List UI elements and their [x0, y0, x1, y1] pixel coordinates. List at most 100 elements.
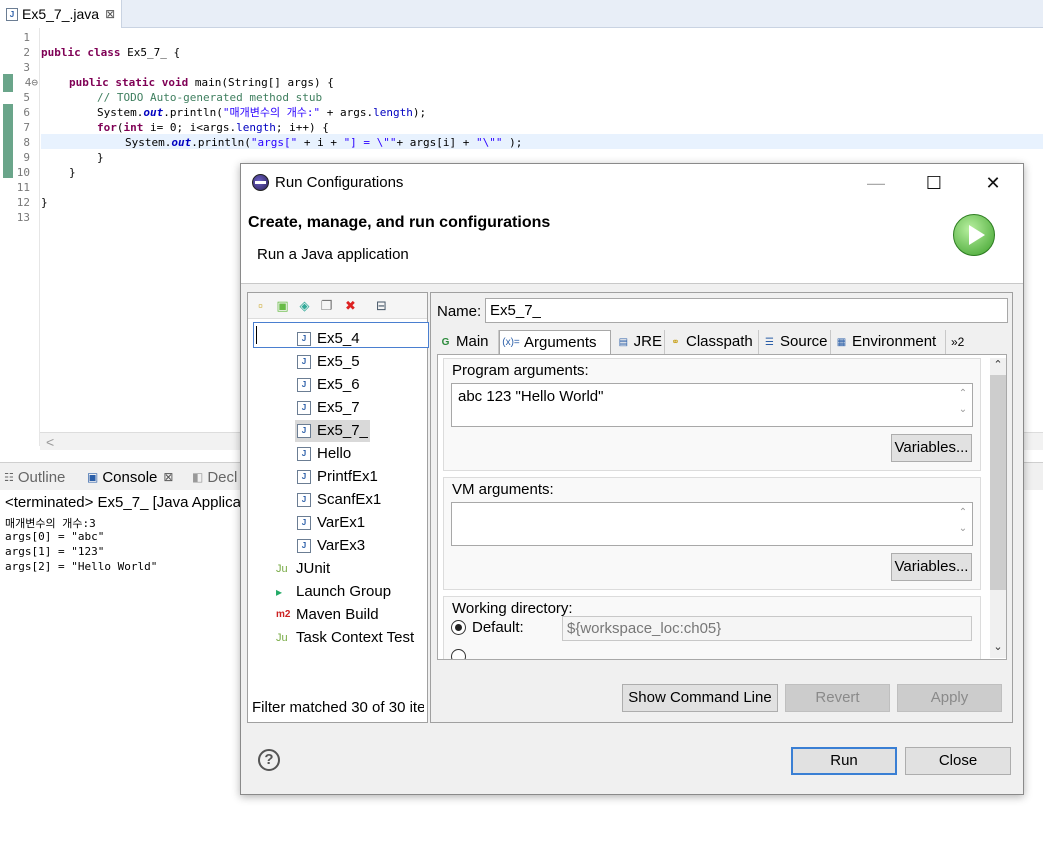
tab-main[interactable]: G Main: [437, 330, 499, 354]
run-button[interactable]: Run: [791, 747, 897, 775]
scroll-up-icon[interactable]: ⌃: [990, 358, 1006, 374]
minimize-button[interactable]: —: [853, 170, 899, 196]
line-number: 5: [23, 91, 30, 104]
java-app-icon: J: [297, 424, 311, 438]
tree-item[interactable]: J VarEx3: [297, 535, 365, 557]
configuration-tree-panel: ▫ ▣ ◈ ❐ ✖ ⊟ J Ex5_4 J Ex5_5 J Ex5_6 J Ex5_7 …: [247, 292, 429, 723]
java-app-icon: J: [297, 332, 311, 346]
tree-item[interactable]: J Hello: [297, 443, 351, 465]
tab-jre[interactable]: ▤ JRE: [615, 330, 665, 354]
line-number: 7: [23, 121, 30, 134]
vm-arguments-label: VM arguments:: [452, 481, 554, 498]
close-icon[interactable]: ⊠: [105, 7, 115, 21]
filter-status: Filter matched 30 of 30 items: [252, 699, 424, 716]
maven-icon: m2: [276, 609, 291, 620]
show-command-line-button[interactable]: Show Command Line: [622, 684, 778, 712]
close-button[interactable]: Close: [905, 747, 1011, 775]
code-line: }: [69, 166, 76, 179]
line-number: 3: [23, 61, 30, 74]
java-app-icon: J: [297, 516, 311, 530]
line-number: 10: [16, 166, 30, 179]
more-tabs-button[interactable]: »2: [949, 330, 975, 354]
export-icon[interactable]: ◈: [297, 298, 312, 313]
name-input[interactable]: Ex5_7_: [485, 298, 1008, 323]
code-line: System.out.println("매개변수의 개수:" + args.le…: [97, 106, 427, 119]
vm-variables-button[interactable]: Variables...: [891, 553, 972, 581]
maximize-button[interactable]: ☐: [911, 170, 957, 196]
tab-declaration[interactable]: ◧ Decl: [192, 463, 237, 491]
dialog-subheading: Run a Java application: [257, 246, 409, 263]
text-caret: [256, 326, 257, 344]
default-radio[interactable]: [451, 620, 466, 635]
scrollbar-thumb[interactable]: [990, 375, 1006, 590]
delete-icon[interactable]: ✖: [343, 298, 358, 313]
new-prototype-icon[interactable]: ▣: [275, 298, 290, 313]
duplicate-icon[interactable]: ❐: [319, 298, 334, 313]
tree-item-selected[interactable]: J Ex5_7_: [295, 420, 370, 442]
collapse-all-icon[interactable]: ⊟: [374, 298, 389, 313]
run-configurations-dialog: Run Configurations — ☐ ✕ Create, manage,…: [240, 163, 1024, 795]
new-configuration-icon[interactable]: ▫: [253, 298, 268, 313]
line-number: 6: [23, 106, 30, 119]
console-header: <terminated> Ex5_7_ [Java Applica: [5, 494, 241, 511]
dialog-header: Create, manage, and run configurations R…: [241, 202, 1023, 284]
tab-classpath[interactable]: ⚭ Classpath: [667, 330, 759, 354]
tree-item[interactable]: J VarEx1: [297, 512, 365, 534]
java-app-icon: J: [297, 539, 311, 553]
tree-item[interactable]: J ScanfEx1: [297, 489, 381, 511]
line-number: 13: [16, 211, 30, 224]
tree-category-junit[interactable]: Ju JUnit: [276, 558, 330, 580]
jre-tab-icon: ▤: [618, 336, 629, 348]
code-line: }: [97, 151, 104, 164]
dialog-titlebar[interactable]: Run Configurations — ☐ ✕: [241, 164, 1023, 202]
apply-button[interactable]: Apply: [897, 684, 1002, 712]
program-arguments-input[interactable]: abc 123 "Hello World" ⌃ ⌄: [451, 383, 973, 427]
tab-outline[interactable]: ☷ Outline: [4, 463, 65, 491]
java-app-icon: J: [297, 355, 311, 369]
tree-item[interactable]: J PrintfEx1: [297, 466, 378, 488]
line-number: 2: [23, 46, 30, 59]
textarea-scroll-arrows[interactable]: ⌃ ⌄: [956, 505, 970, 537]
tree-item[interactable]: J Ex5_5: [297, 351, 360, 373]
arguments-tab-icon: (x)=: [502, 337, 520, 348]
junit-icon: Ju: [276, 563, 288, 575]
tree-category-maven-build[interactable]: m2 Maven Build: [276, 604, 379, 626]
help-icon[interactable]: ?: [258, 749, 280, 771]
dialog-title: Run Configurations: [275, 174, 404, 191]
program-variables-button[interactable]: Variables...: [891, 434, 972, 462]
revert-button[interactable]: Revert: [785, 684, 890, 712]
scroll-left-icon[interactable]: <: [46, 434, 54, 450]
console-line: args[2] = "Hello World": [5, 560, 158, 573]
tab-console[interactable]: ▣ Console ⊠: [87, 463, 173, 491]
code-line: }: [41, 196, 48, 209]
java-app-icon: J: [297, 493, 311, 507]
line-number: 8: [23, 136, 30, 149]
task-context-icon: Ju: [276, 632, 288, 644]
editor-tab-ex5-7[interactable]: J Ex5_7_.java ⊠: [0, 0, 122, 28]
tree-category-task-context-test[interactable]: Ju Task Context Test: [276, 627, 414, 649]
arguments-tab-content: Program arguments: abc 123 "Hello World"…: [437, 354, 1007, 660]
other-radio[interactable]: [451, 649, 466, 659]
tree-item[interactable]: J Ex5_6: [297, 374, 360, 396]
declaration-icon: ◧: [192, 470, 204, 484]
code-line: for(int i= 0; i<args.length; i++) {: [97, 121, 329, 134]
dialog-heading: Create, manage, and run configurations: [248, 214, 551, 231]
console-line: args[0] = "abc": [5, 530, 105, 543]
scroll-down-icon[interactable]: ⌄: [990, 640, 1006, 656]
tab-arguments[interactable]: (x)= Arguments: [499, 330, 611, 354]
line-number: 12: [16, 196, 30, 209]
tree-item[interactable]: J Ex5_4: [297, 328, 360, 350]
textarea-scroll-arrows[interactable]: ⌃ ⌄: [956, 386, 970, 418]
close-icon[interactable]: ⊠: [163, 470, 173, 484]
tree-category-launch-group[interactable]: ▸ Launch Group: [276, 581, 391, 603]
tab-environment[interactable]: ▦ Environment: [833, 330, 946, 354]
console-line: args[1] = "123": [5, 545, 105, 558]
tree-item[interactable]: J Ex5_7: [297, 397, 360, 419]
tab-source[interactable]: ☰ Source: [761, 330, 831, 354]
code-line: System.out.println("args[" + i + "] = \"…: [125, 136, 523, 149]
outline-icon: ☷: [4, 471, 14, 484]
vm-arguments-input[interactable]: ⌃ ⌄: [451, 502, 973, 546]
editor-tab-bar: J Ex5_7_.java ⊠: [0, 0, 1043, 28]
default-working-dir-field: ${workspace_loc:ch05}: [562, 616, 972, 641]
close-window-button[interactable]: ✕: [970, 170, 1016, 196]
